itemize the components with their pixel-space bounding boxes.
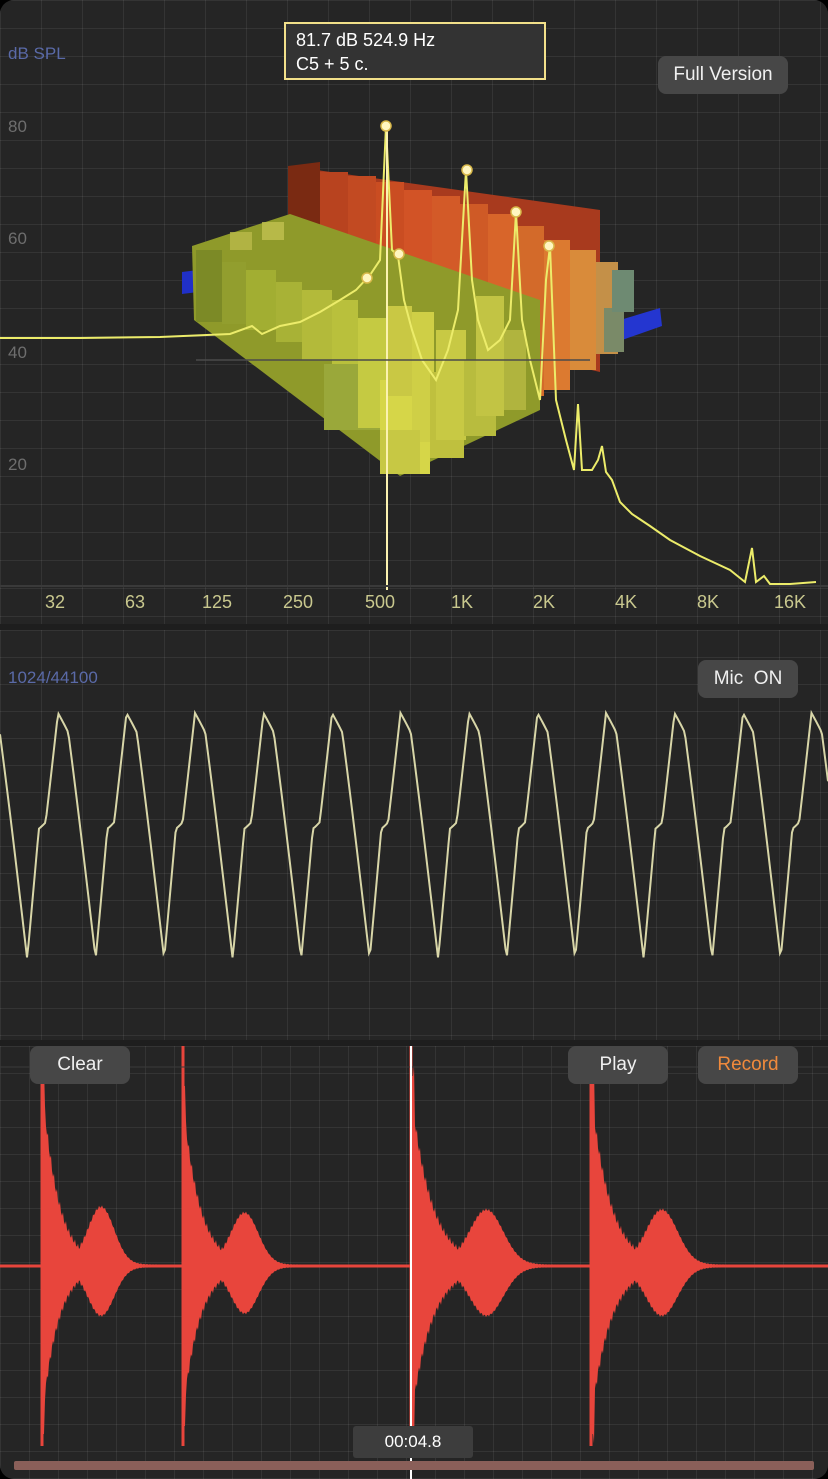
spectrum-analyzer-app: dB SPL 80 60 40 20 32 63 125 250 500 1K … [0, 0, 828, 1479]
peak-marker [543, 240, 555, 252]
x-tick-label: 2K [532, 592, 556, 612]
peak-marker [361, 272, 373, 284]
x-tick-label: 125 [201, 592, 233, 612]
peak-marker [393, 248, 405, 260]
x-tick-label: 500 [364, 592, 396, 612]
x-tick-label: 16K [773, 592, 807, 612]
recording-waveform [0, 1046, 828, 1479]
peak-marker [461, 164, 473, 176]
record-button[interactable]: Record [698, 1046, 798, 1084]
oscilloscope-trace [0, 709, 828, 958]
bar-block [620, 308, 662, 340]
playback-time: 00:04.8 [353, 1426, 473, 1458]
recording-burst [42, 1054, 183, 1445]
x-tick-label: 4K [614, 592, 638, 612]
x-tick-label: 8K [696, 592, 720, 612]
full-version-button[interactable]: Full Version [658, 56, 788, 94]
y-tick-label: 40 [8, 343, 27, 362]
peak-marker [380, 120, 392, 132]
spectrum-panel[interactable]: dB SPL 80 60 40 20 32 63 125 250 500 1K … [0, 0, 828, 624]
buffer-info-label: 1024/44100 [8, 668, 98, 687]
readout-note: C5 + 5 c. [296, 54, 369, 74]
x-tick-label: 250 [282, 592, 314, 612]
x-tick-label: 63 [124, 592, 146, 612]
y-tick-label: 80 [8, 117, 27, 136]
y-tick-label: 60 [8, 229, 27, 248]
recorder-panel[interactable]: Clear Play Record [0, 1046, 828, 1479]
clear-button[interactable]: Clear [30, 1046, 130, 1084]
recording-burst [183, 1075, 330, 1436]
x-tick-label: 1K [450, 592, 474, 612]
readout-level-frequency: 81.7 dB 524.9 Hz [296, 30, 436, 50]
peak-readout: 81.7 dB 524.9 Hz C5 + 5 c. [284, 22, 546, 80]
recording-burst [411, 1064, 591, 1445]
mic-toggle-button[interactable]: Mic ON [698, 660, 798, 698]
play-button[interactable]: Play [568, 1046, 668, 1084]
x-tick-label: 32 [44, 592, 66, 612]
unit-label: dB SPL [8, 44, 66, 63]
oscilloscope-panel[interactable]: 1024/44100 Mic ON [0, 630, 828, 1040]
recording-waveform-shape [0, 1046, 828, 1446]
y-tick-label: 20 [8, 455, 27, 474]
playback-scrubber[interactable] [14, 1461, 814, 1470]
peak-marker [510, 206, 522, 218]
recording-burst [591, 1064, 760, 1445]
